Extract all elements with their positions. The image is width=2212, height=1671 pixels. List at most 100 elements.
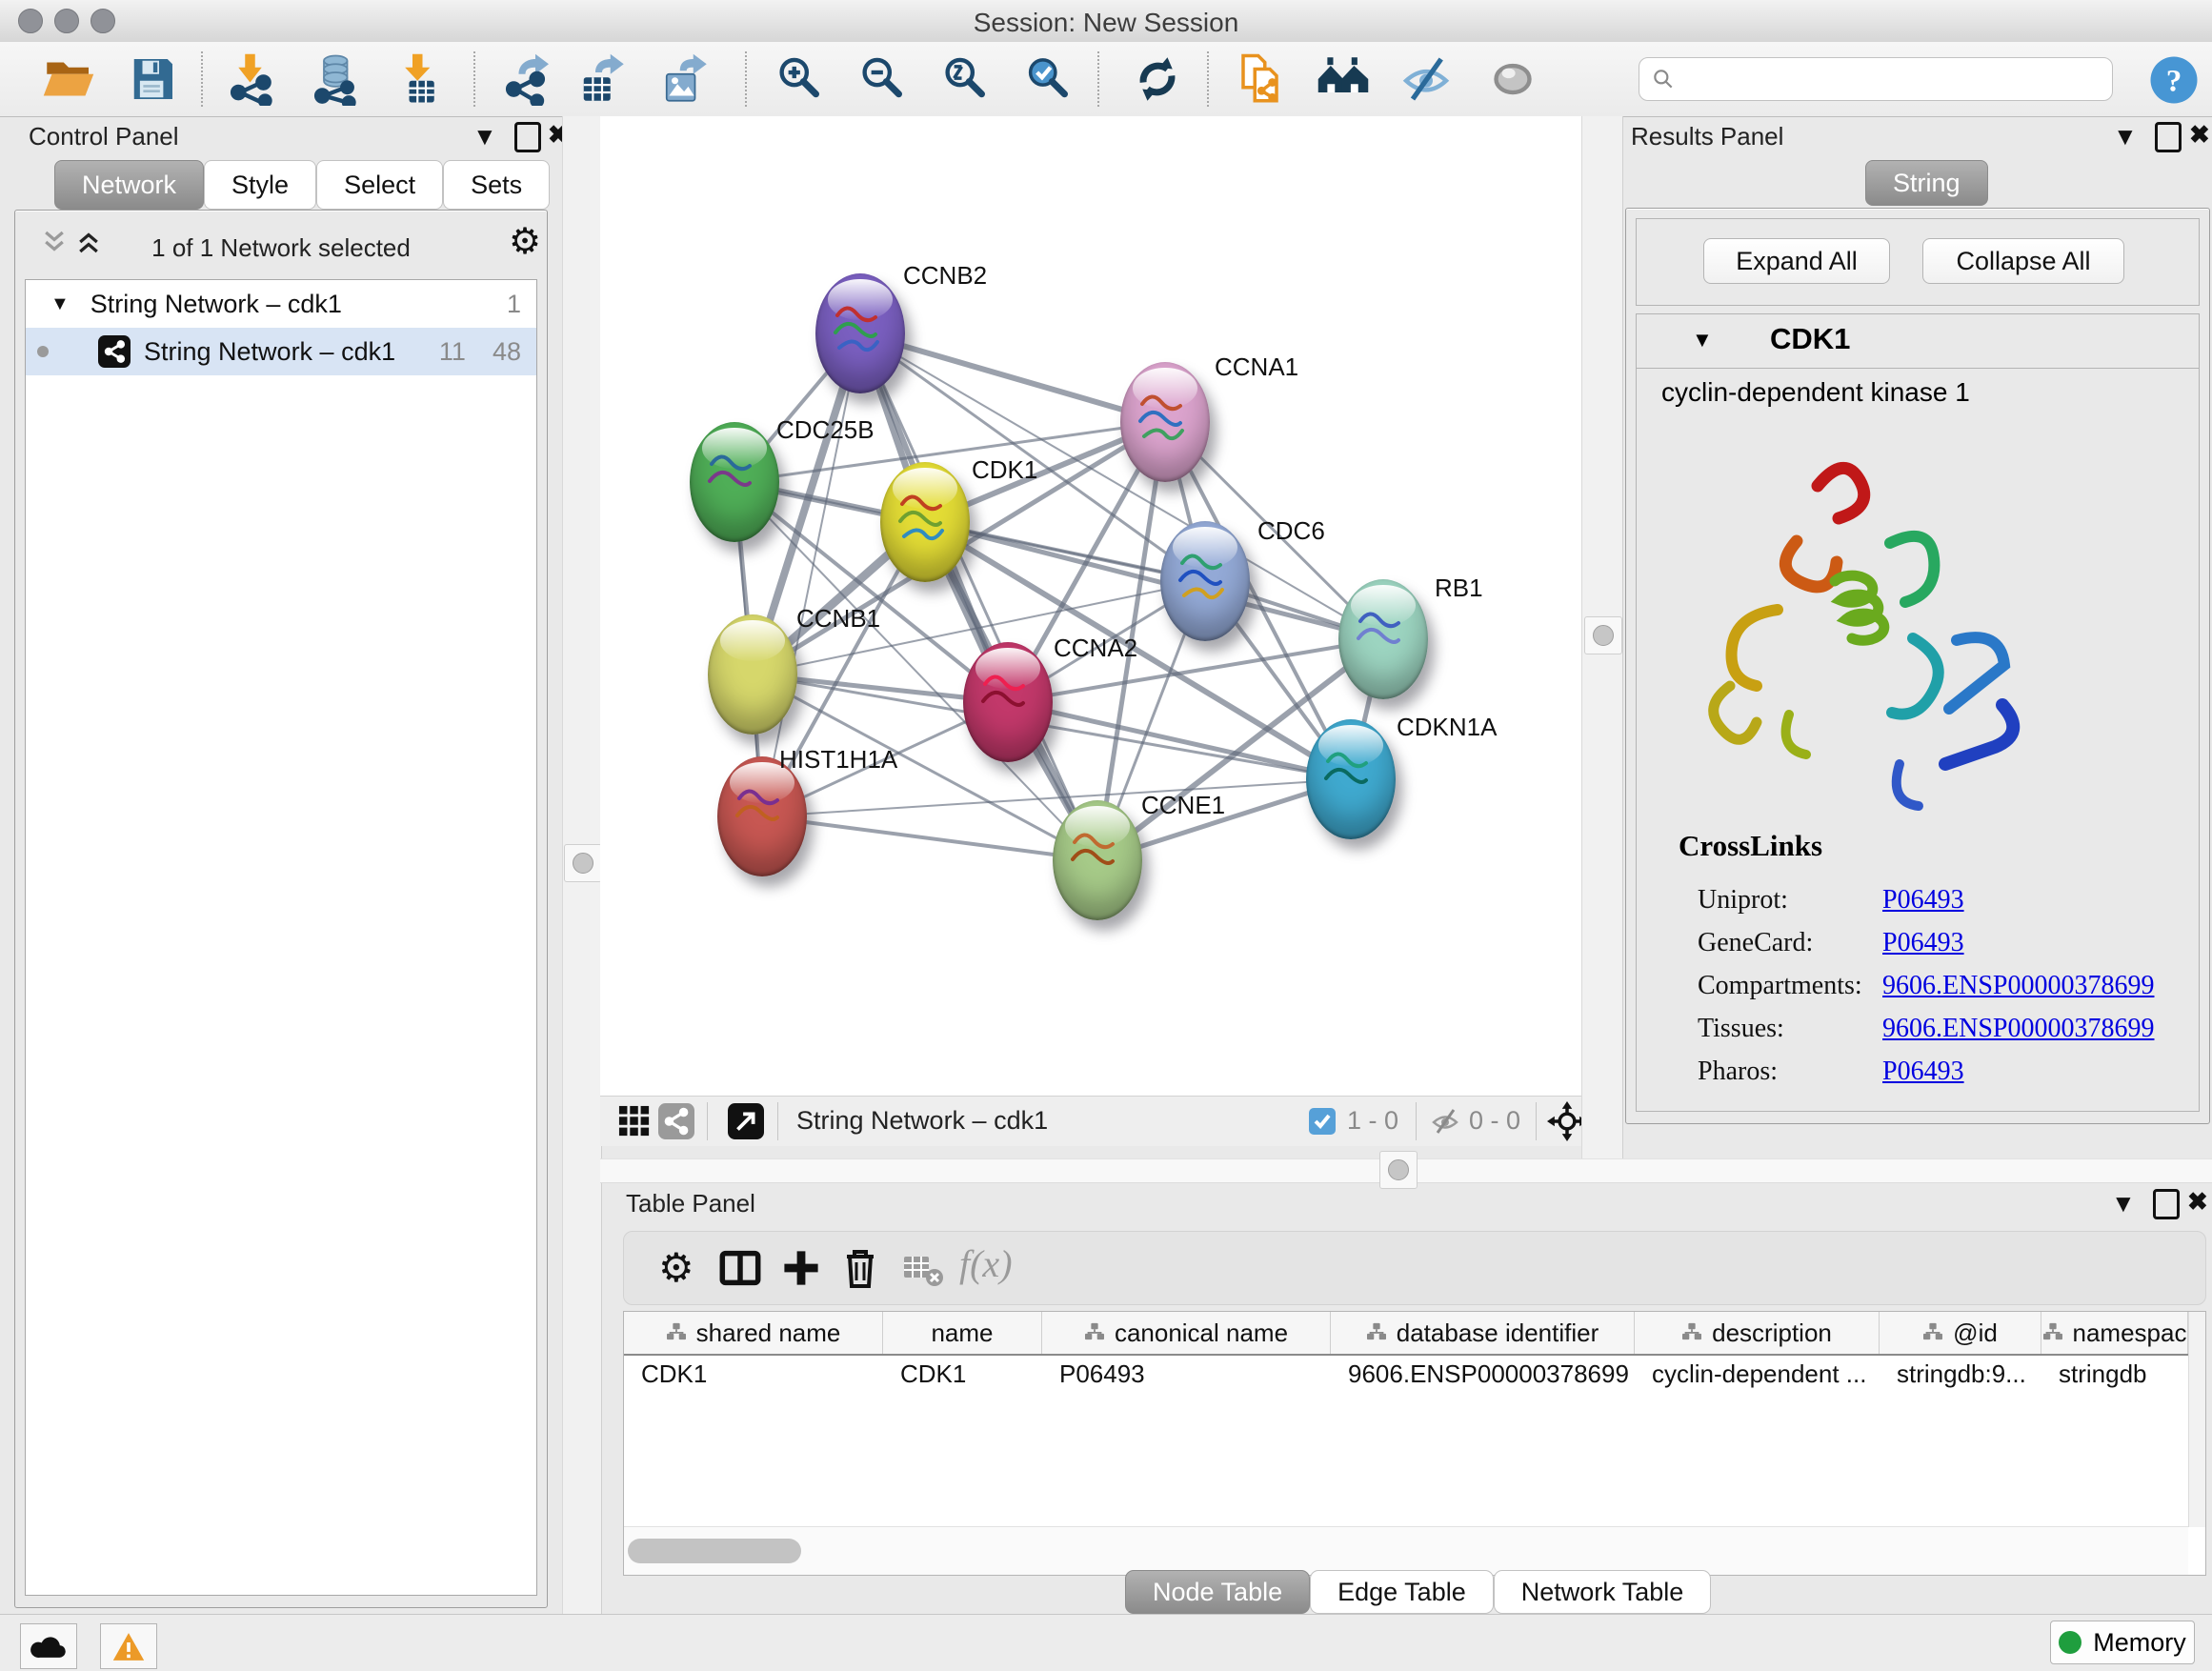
grid-view-icon[interactable] [618,1105,651,1142]
network-edge[interactable] [1008,702,1351,779]
share-annotation-icon[interactable] [1237,52,1290,106]
warning-status-icon[interactable] [100,1623,157,1669]
network-node-CDC25B[interactable] [690,422,779,542]
table-cell[interactable]: CDK1 [883,1359,1042,1389]
left-splitter[interactable] [562,116,602,1614]
zoom-in-icon[interactable] [773,52,826,106]
search-input[interactable] [1683,61,2112,97]
panel-close-icon[interactable]: ✖ [2189,120,2210,150]
table-cell[interactable]: stringdb:9... [1880,1359,2041,1389]
tab-network[interactable]: Network [54,160,204,210]
delete-column-trash-icon[interactable] [841,1247,883,1289]
tab-sets[interactable]: Sets [443,160,550,210]
export-image-icon[interactable] [658,52,712,106]
detach-view-icon[interactable] [728,1103,764,1144]
export-table-icon[interactable] [575,52,629,106]
right-splitter[interactable] [1581,116,1623,1158]
function-builder-icon[interactable]: f(x) [959,1241,1013,1286]
table-cell[interactable]: 9606.ENSP00000378699 [1331,1359,1635,1389]
crosslink-value-link[interactable]: 9606.ENSP00000378699 [1882,1014,2154,1044]
selected-checkbox-icon[interactable] [1309,1108,1336,1139]
table-cell[interactable]: CDK1 [624,1359,883,1389]
column-header-database-identifier[interactable]: database identifier [1331,1312,1635,1354]
crosslink-value-link[interactable]: P06493 [1882,885,1964,916]
memory-button[interactable]: Memory [2050,1621,2195,1664]
collapse-all-button[interactable]: Collapse All [1922,238,2124,284]
table-cell[interactable]: cyclin-dependent ... [1635,1359,1880,1389]
network-node-CCNA2[interactable] [963,642,1053,762]
column-header--id[interactable]: @id [1880,1312,2041,1354]
show-columns-icon[interactable] [719,1247,761,1289]
open-session-icon[interactable] [42,52,95,106]
network-edge[interactable] [860,333,1097,860]
cloud-status-icon[interactable] [20,1623,77,1669]
column-header-name[interactable]: name [883,1312,1042,1354]
zoom-out-icon[interactable] [855,52,909,106]
tab-string[interactable]: String [1865,160,1988,206]
panel-menu-icon[interactable]: ▼ [2111,1189,2136,1218]
tab-select[interactable]: Select [316,160,443,210]
network-node-CDC6[interactable] [1160,521,1250,641]
home-network-icon[interactable] [1317,52,1370,106]
hide-eye-icon[interactable] [1399,52,1453,106]
column-header-namespac[interactable]: namespac [2041,1312,2188,1354]
panel-menu-icon[interactable]: ▼ [2113,122,2138,151]
panel-menu-icon[interactable]: ▼ [473,122,497,151]
scrollbar-thumb[interactable] [628,1539,801,1563]
network-node-CCNA1[interactable] [1120,362,1210,482]
zoom-fit-icon[interactable] [938,52,992,106]
export-network-icon[interactable] [502,52,555,106]
tab-node-table[interactable]: Node Table [1125,1570,1310,1614]
network-node-CCNE1[interactable] [1053,800,1142,920]
table-options-gear-icon[interactable]: ⚙ [658,1247,700,1289]
panel-float-icon[interactable] [2153,1189,2180,1219]
search-field[interactable] [1639,57,2113,101]
show-eye-icon[interactable] [1486,52,1539,106]
network-node-CCNB2[interactable] [815,273,905,393]
table-horizontal-scrollbar[interactable] [624,1526,2188,1575]
panel-float-icon[interactable] [2155,122,2182,152]
import-network-file-icon[interactable] [227,52,280,106]
table-row[interactable]: CDK1CDK1P064939606.ENSP00000378699cyclin… [624,1356,2205,1392]
hidden-eye-icon[interactable] [1429,1106,1461,1141]
import-table-file-icon[interactable] [392,52,446,106]
network-collection-row[interactable]: ▼ String Network – cdk1 1 [26,280,536,328]
crosslink-value-link[interactable]: P06493 [1882,928,1964,958]
tab-style[interactable]: Style [204,160,316,210]
network-canvas[interactable]: CCNB2CCNA1CDC25BCDK1CDC6RB1CCNB1CCNA2CDK… [600,116,1581,1096]
save-session-icon[interactable] [126,52,179,106]
column-header-description[interactable]: description [1635,1312,1880,1354]
refresh-view-icon[interactable] [1131,52,1184,106]
table-cell[interactable]: P06493 [1042,1359,1331,1389]
add-column-icon[interactable] [780,1247,822,1289]
right-splitter-grip[interactable] [1584,616,1622,654]
tab-edge-table[interactable]: Edge Table [1310,1570,1494,1614]
panel-float-icon[interactable] [514,122,541,152]
tree-expander-icon[interactable]: ▼ [50,293,70,315]
expand-all-button[interactable]: Expand All [1703,238,1890,284]
crosslink-value-link[interactable]: 9606.ENSP00000378699 [1882,971,2154,1001]
node-result-header[interactable]: ▼ CDK1 [1637,314,2199,369]
network-node-CDKN1A[interactable] [1306,719,1396,839]
network-row[interactable]: String Network – cdk1 11 48 [26,328,536,375]
tab-network-table[interactable]: Network Table [1494,1570,1712,1614]
delete-table-icon[interactable] [902,1253,944,1295]
left-splitter-grip[interactable] [564,844,602,882]
network-options-gear-icon[interactable]: ⚙ [509,224,541,260]
network-node-CCNB1[interactable] [708,614,797,735]
zoom-selected-icon[interactable] [1021,52,1075,106]
column-header-shared-name[interactable]: shared name [624,1312,883,1354]
network-edge[interactable] [762,333,860,816]
import-network-database-icon[interactable] [311,52,364,106]
crosslink-value-link[interactable]: P06493 [1882,1057,1964,1087]
column-header-canonical-name[interactable]: canonical name [1042,1312,1331,1354]
network-view-share-icon[interactable] [658,1103,694,1144]
help-icon[interactable]: ? [2147,53,2197,103]
panel-close-icon[interactable]: ✖ [2187,1187,2208,1217]
table-cell[interactable]: stringdb [2041,1359,2188,1389]
network-edge[interactable] [860,333,1165,422]
collapse-entry-icon[interactable]: ▼ [1692,328,1713,352]
table-vertical-scrollbar[interactable] [2188,1312,2205,1527]
network-node-RB1[interactable] [1338,579,1428,699]
network-node-CDK1[interactable] [880,462,970,582]
